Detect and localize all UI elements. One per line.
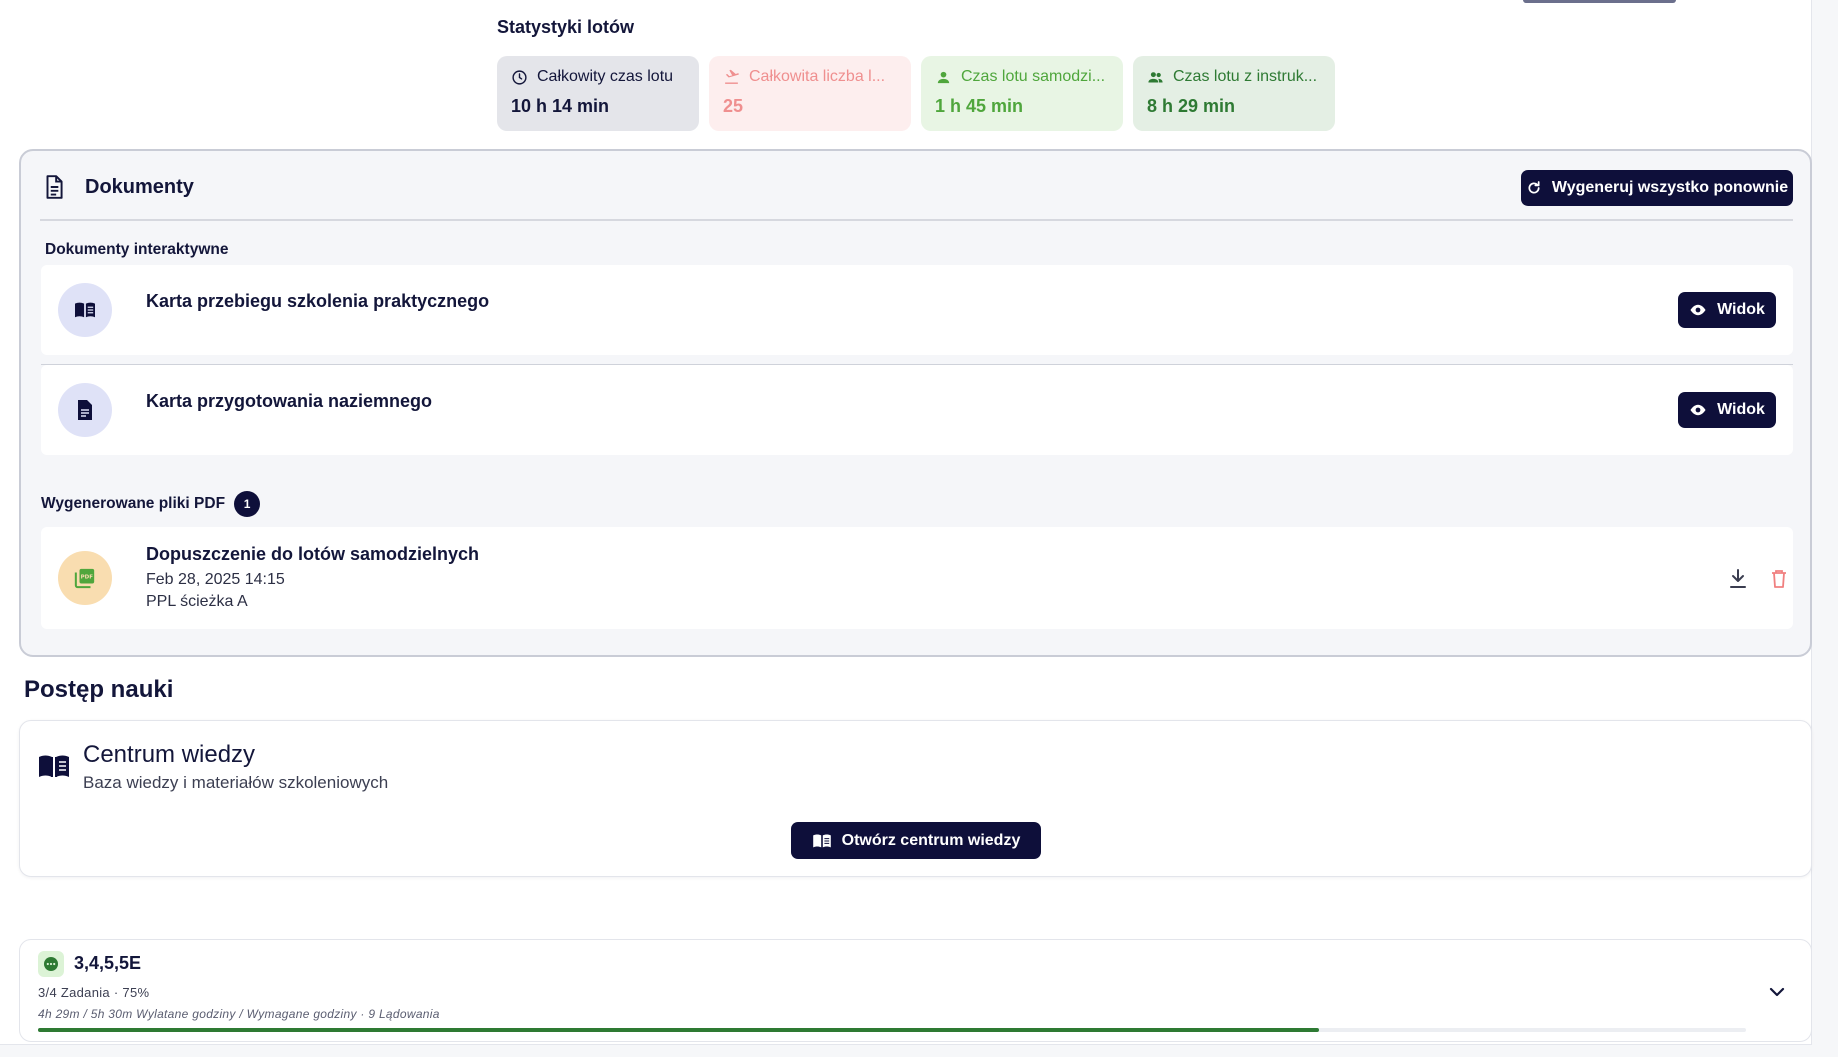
task-progress-text: 3/4 Zadania · 75% (38, 985, 150, 1000)
stat-label: Całkowita liczba l... (749, 68, 886, 85)
interactive-document-item: Karta przebiegu szkolenia praktycznego W… (41, 265, 1793, 355)
stats-row: Całkowity czas lotu 10 h 14 min Całkowit… (497, 56, 1335, 131)
regenerate-all-button[interactable]: Wygeneruj wszystko ponownie (1521, 170, 1793, 206)
pdf-file-title: Dopuszczenie do lotów samodzielnych (146, 544, 480, 564)
stat-card-instructor-time: Czas lotu z instruk... 8 h 29 min (1133, 56, 1335, 131)
interactive-documents-label: Dokumenty interaktywne (45, 241, 229, 258)
book-icon (812, 834, 831, 847)
documents-title: Dokumenty (85, 175, 194, 198)
doc-icon-wrap (58, 283, 112, 337)
task-status-icon-wrap (38, 951, 64, 977)
open-knowledge-center-label: Otwórz centrum wiedzy (841, 831, 1021, 849)
stat-card-landings: Całkowita liczba l... 25 (709, 56, 911, 131)
task-progress-bar-fill (38, 1028, 1319, 1032)
top-tab-indicator (1523, 0, 1676, 3)
open-knowledge-center-button[interactable]: Otwórz centrum wiedzy (791, 822, 1041, 859)
eye-icon (1690, 304, 1706, 316)
task-progress-bar (38, 1028, 1746, 1032)
knowledge-center-subtitle: Baza wiedzy i materiałów szkoleniowych (83, 773, 389, 792)
pdf-icon: PDF (74, 568, 95, 589)
clock-icon (512, 69, 527, 85)
stat-value: 1 h 45 min (935, 96, 1024, 116)
stat-value: 25 (723, 96, 744, 116)
pdf-icon-wrap: PDF (58, 551, 112, 605)
download-icon (1730, 569, 1746, 588)
regenerate-all-label: Wygeneruj wszystko ponownie (1551, 179, 1789, 196)
person-icon (937, 71, 950, 83)
learning-progress-title: Postęp nauki (24, 676, 174, 703)
stat-label: Czas lotu z instruk... (1173, 68, 1318, 85)
pdf-file-path: PPL ścieżka A (146, 593, 248, 610)
task-hours-text: 4h 29m / 5h 30m Wylatane godziny / Wymag… (38, 1007, 440, 1021)
delete-button[interactable] (1767, 567, 1791, 591)
book-icon (39, 755, 69, 777)
pdf-count-badge: 1 (234, 491, 261, 517)
doc-icon-wrap (58, 383, 112, 437)
interactive-document-title: Karta przebiegu szkolenia praktycznego (146, 291, 490, 311)
pdf-file-item: PDF Dopuszczenie do lotów samodzielnych … (41, 527, 1793, 629)
knowledge-center-title: Centrum wiedzy (83, 741, 256, 768)
generated-pdfs-heading: Wygenerowane pliki PDF 1 (41, 491, 261, 517)
documents-panel: Dokumenty Wygeneruj wszystko ponownie Do… (19, 149, 1812, 657)
stat-card-solo-time: Czas lotu samodzi... 1 h 45 min (921, 56, 1123, 131)
download-button[interactable] (1726, 567, 1750, 591)
group-icon (1148, 71, 1163, 82)
interactive-document-item: Karta przygotowania naziemnego Widok (41, 365, 1793, 455)
divider (40, 219, 1793, 221)
document-outline-icon (46, 175, 63, 199)
view-button[interactable]: Widok (1678, 392, 1776, 428)
knowledge-center-card: Centrum wiedzy Baza wiedzy i materiałów … (19, 720, 1812, 877)
svg-text:PDF: PDF (81, 574, 94, 580)
view-button-label: Widok (1717, 401, 1765, 418)
refresh-icon (1528, 181, 1540, 194)
document-icon (78, 400, 92, 420)
page: Statystyki lotów Całkowity czas lotu 10 … (0, 0, 1812, 1045)
pdf-file-date: Feb 28, 2025 14:15 (146, 571, 285, 588)
more-dots-icon (44, 957, 58, 971)
stat-label: Całkowity czas lotu (537, 68, 674, 85)
stats-title: Statystyki lotów (497, 17, 635, 37)
trash-icon (1772, 570, 1786, 588)
stat-value: 10 h 14 min (511, 96, 610, 116)
stat-value: 8 h 29 min (1147, 96, 1236, 116)
view-button-label: Widok (1717, 301, 1765, 318)
landing-icon (725, 69, 739, 84)
task-title: 3,4,5,5E (74, 953, 142, 973)
stat-label: Czas lotu samodzi... (961, 68, 1106, 85)
view-button[interactable]: Widok (1678, 292, 1776, 328)
generated-pdfs-label: Wygenerowane pliki PDF (41, 495, 226, 513)
stat-card-total-time: Całkowity czas lotu 10 h 14 min (497, 56, 699, 131)
interactive-document-title: Karta przygotowania naziemnego (146, 391, 433, 411)
chevron-down-icon[interactable] (1765, 980, 1789, 1004)
task-progress-card[interactable]: 3,4,5,5E 3/4 Zadania · 75% 4h 29m / 5h 3… (19, 939, 1812, 1042)
book-icon (75, 302, 95, 318)
eye-icon (1690, 404, 1706, 416)
